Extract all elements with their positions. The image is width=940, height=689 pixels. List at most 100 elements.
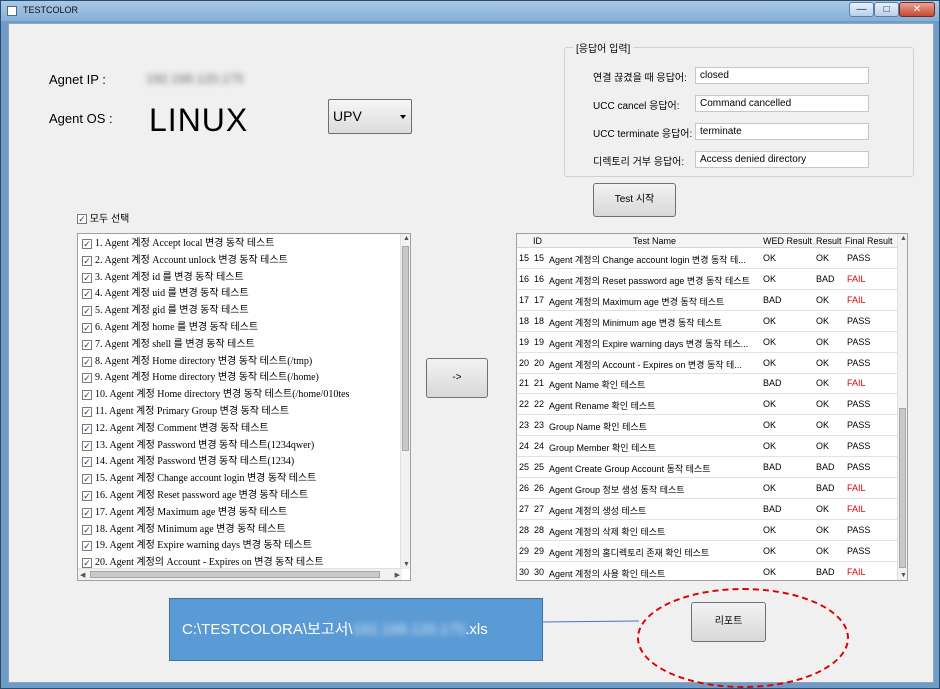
cell-test-name: Agent 계정의 Expire warning days 변경 동작 테스..…: [549, 338, 749, 349]
select-all-checkbox[interactable]: ✓ 모두 선택: [77, 210, 129, 225]
item-checkbox[interactable]: ✓: [82, 474, 92, 485]
scroll-right-icon[interactable]: ▶: [395, 571, 400, 579]
list-hscroll-thumb[interactable]: [90, 571, 380, 578]
grid-header: ID Test Name WED Result Result Final Res…: [517, 234, 897, 248]
table-row[interactable]: 15 15 Agent 계정의 Change account login 변경 동작…: [517, 248, 897, 269]
table-row[interactable]: 21 21 Agent Name 확인 테스트 BAD OK FAIL: [517, 373, 897, 395]
item-checkbox[interactable]: ✓: [82, 239, 92, 249]
grid-scroll-up-icon[interactable]: ▲: [900, 235, 907, 242]
list-item[interactable]: ✓ 4. Agent 계정 uid 를 변경 동작 테스트: [82, 286, 249, 302]
list-item[interactable]: ✓ 12. Agent 계정 Comment 변경 동작 테스트: [82, 421, 269, 437]
list-item[interactable]: ✓ 8. Agent 계정 Home directory 변경 동작 테스트(/t…: [82, 354, 312, 370]
item-checkbox[interactable]: ✓: [82, 440, 92, 451]
item-checkbox[interactable]: ✓: [82, 373, 92, 384]
header-final-result[interactable]: Final Result: [845, 236, 893, 246]
table-row[interactable]: 19 19 Agent 계정의 Expire warning days 변경 동작 …: [517, 332, 897, 353]
table-row[interactable]: 25 25 Agent Create Group Account 동작 테스트 BAD…: [517, 457, 897, 478]
list-item[interactable]: ✓ 5. Agent 계정 gid 를 변경 동작 테스트: [82, 303, 249, 319]
list-item-label: 17. Agent 계정 Maximum age 변경 동작 테스트: [95, 506, 288, 518]
list-item[interactable]: ✓ 14. Agent 계정 Password 변경 동작 테스트(1234): [82, 454, 294, 470]
item-checkbox[interactable]: ✓: [82, 507, 92, 518]
close-button[interactable]: ✕: [899, 2, 935, 17]
header-wed-result[interactable]: WED Result: [763, 236, 812, 246]
test-start-button[interactable]: Test 시작: [593, 183, 676, 217]
header-test-name[interactable]: Test Name: [633, 236, 676, 246]
table-row[interactable]: 24 24 Group Member 확인 테스트 OK OK PASS: [517, 436, 897, 458]
grid-scroll-down-icon[interactable]: ▼: [900, 572, 907, 579]
list-item[interactable]: ✓ 17. Agent 계정 Maximum age 변경 동작 테스트: [82, 505, 287, 521]
table-row[interactable]: 29 29 Agent 계정의 홈디렉토리 존재 확인 테스트 OK OK PASS: [517, 541, 897, 562]
scroll-left-icon[interactable]: ◀: [80, 571, 85, 579]
list-item[interactable]: ✓ 6. Agent 계정 home 를 변경 동작 테스트: [82, 320, 258, 336]
header-result[interactable]: Result: [816, 236, 842, 246]
list-item[interactable]: ✓ 11. Agent 계정 Primary Group 변경 동작 테스트: [82, 404, 289, 420]
table-row[interactable]: 30 30 Agent 계정의 사용 확인 테스트 OK BAD FAIL: [517, 562, 897, 581]
list-item[interactable]: ✓ 19. Agent 계정 Expire warning days 변경 동작 …: [82, 538, 312, 554]
item-checkbox[interactable]: ✓: [82, 524, 92, 535]
title-bar[interactable]: TESTCOLOR — □ ✕: [1, 1, 939, 21]
response-input-closed[interactable]: closed: [695, 67, 869, 84]
scroll-up-icon[interactable]: ▲: [403, 235, 410, 242]
response-input-directory[interactable]: Access denied directory: [695, 151, 869, 168]
grid-vertical-scrollbar[interactable]: ▲ ▼: [897, 234, 907, 580]
list-item[interactable]: ✓ 18. Agent 계정 Minimum age 변경 동작 테스트: [82, 522, 286, 538]
table-row[interactable]: 27 27 Agent 계정의 생성 테스트 BAD OK FAIL: [517, 499, 897, 520]
list-item[interactable]: ✓ 2. Agent 계정 Account unlock 변경 동작 테스트: [82, 253, 288, 269]
test-list[interactable]: ✓ 20. Agent 계정의 Account - Expires on 변경 동…: [77, 233, 411, 581]
list-item[interactable]: ✓ 13. Agent 계정 Password 변경 동작 테스트(1234qwe…: [82, 438, 314, 454]
item-checkbox[interactable]: ✓: [82, 306, 92, 317]
agent-type-combo[interactable]: UPV: [328, 99, 412, 134]
grid-vscroll-thumb[interactable]: [899, 408, 906, 568]
list-vertical-scrollbar[interactable]: ▲ ▼: [400, 234, 410, 569]
response-input-cancel[interactable]: Command cancelled: [695, 95, 869, 112]
table-row[interactable]: 22 22 Agent Rename 확인 테스트 OK OK PASS: [517, 394, 897, 416]
table-row[interactable]: 20 20 Agent 계정의 Account - Expires on 변경 동작…: [517, 353, 897, 374]
list-item[interactable]: ✓ 9. Agent 계정 Home directory 변경 동작 테스트(/h…: [82, 370, 319, 386]
list-item[interactable]: ✓ 15. Agent 계정 Change account login 변경 동작…: [82, 471, 316, 487]
item-checkbox[interactable]: ✓: [82, 289, 92, 300]
item-checkbox[interactable]: ✓: [82, 541, 92, 552]
report-path-prefix: C:\TESTCOLORA\보고서\: [182, 621, 353, 638]
item-checkbox[interactable]: ✓: [82, 255, 92, 266]
cell-test-name: Agent 계정의 생성 테스트: [549, 505, 647, 516]
item-checkbox[interactable]: ✓: [82, 339, 92, 350]
table-row[interactable]: 18 18 Agent 계정의 Minimum age 변경 동작 테스트 OK OK P…: [517, 311, 897, 332]
item-checkbox[interactable]: ✓: [82, 390, 92, 401]
list-item[interactable]: ✓ 3. Agent 계정 id 를 변경 동작 테스트: [82, 270, 244, 286]
item-checkbox[interactable]: ✓: [82, 272, 92, 283]
row-number: 20: [519, 357, 530, 368]
table-row[interactable]: 23 23 Group Name 확인 테스트 OK OK PASS: [517, 415, 897, 437]
cell-id: 26: [534, 482, 545, 493]
cell-test-name: Agent Create Group Account 동작 테스트: [549, 464, 711, 474]
list-vscroll-thumb[interactable]: [402, 246, 409, 451]
table-row[interactable]: 28 28 Agent 계정의 삭제 확인 테스트 OK OK PASS: [517, 520, 897, 541]
item-checkbox[interactable]: ✓: [82, 356, 92, 367]
cell-wed-result: BAD: [763, 462, 782, 472]
list-item[interactable]: ✓ 7. Agent 계정 shell 를 변경 동작 테스트: [82, 337, 255, 353]
response-input-terminate[interactable]: terminate: [695, 123, 869, 140]
results-grid[interactable]: ID Test Name WED Result Result Final Res…: [516, 233, 908, 581]
minimize-button[interactable]: —: [849, 2, 874, 17]
table-row[interactable]: 17 17 Agent 계정의 Maximum age 변경 동작 테스트 BAD OK…: [517, 290, 897, 311]
cell-test-name: Agent Rename 확인 테스트: [549, 401, 656, 412]
list-item[interactable]: ✓ 1. Agent 계정 Accept local 변경 동작 테스트: [82, 236, 274, 252]
item-checkbox[interactable]: ✓: [82, 407, 92, 417]
item-checkbox[interactable]: ✓: [82, 323, 92, 333]
agent-os-value: LINUX: [149, 102, 249, 138]
move-to-results-button[interactable]: ->: [426, 358, 488, 398]
maximize-button[interactable]: □: [874, 2, 899, 17]
list-horizontal-scrollbar[interactable]: ◀ ▶: [78, 568, 402, 580]
list-item-label: 4. Agent 계정 uid 를 변경 동작 테스트: [95, 288, 249, 300]
scroll-down-icon[interactable]: ▼: [403, 561, 410, 568]
header-id[interactable]: ID: [533, 236, 542, 246]
table-row[interactable]: 26 26 Agent Group 정보 생성 동작 테스트 OK BAD FAIL: [517, 478, 897, 499]
item-checkbox[interactable]: ✓: [82, 491, 92, 501]
list-item[interactable]: ✓ 10. Agent 계정 Home directory 변경 동작 테스트(/…: [82, 387, 349, 403]
item-checkbox[interactable]: ✓: [82, 558, 92, 569]
table-row[interactable]: 16 16 Agent 계정의 Reset password age 변경 동작 테…: [517, 269, 897, 290]
agent-type-value: UPV: [333, 108, 362, 124]
cell-final-result: FAIL: [847, 378, 866, 389]
item-checkbox[interactable]: ✓: [82, 423, 92, 434]
item-checkbox[interactable]: ✓: [82, 457, 92, 468]
list-item[interactable]: ✓ 16. Agent 계정 Reset password age 변경 동작 테…: [82, 488, 308, 504]
